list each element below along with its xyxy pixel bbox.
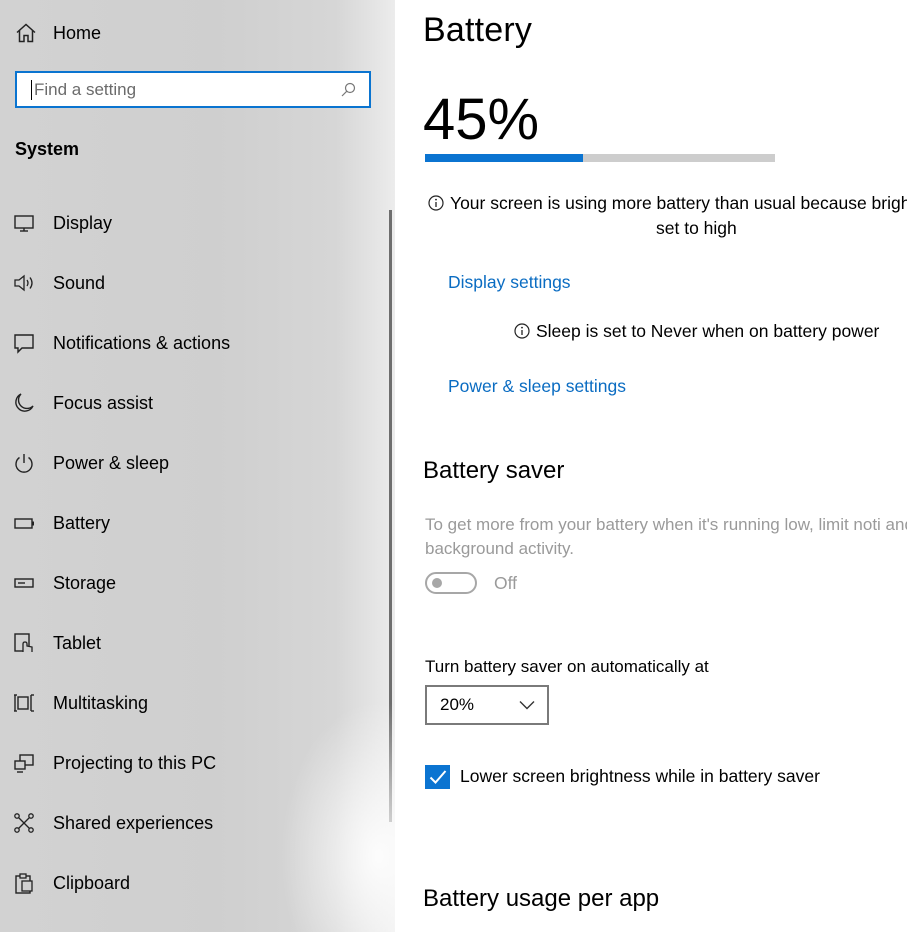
- search-icon[interactable]: [339, 81, 357, 99]
- display-icon: [12, 211, 36, 235]
- storage-icon: [12, 571, 36, 595]
- dropdown-value: 20%: [440, 695, 475, 714]
- sidebar-item-projecting[interactable]: Projecting to this PC: [12, 748, 216, 778]
- sidebar-item-label: Notifications & actions: [53, 332, 231, 353]
- multitasking-icon: [12, 691, 36, 715]
- search-box[interactable]: [15, 71, 371, 108]
- sidebar-item-notifications[interactable]: Notifications & actions: [12, 328, 230, 358]
- battery-level-fill: [425, 154, 583, 162]
- search-input[interactable]: [32, 74, 339, 105]
- checkmark-icon: [429, 770, 446, 784]
- power-icon: [12, 451, 36, 475]
- lower-brightness-label: Lower screen brightness while in battery…: [460, 766, 820, 786]
- sidebar-item-tablet[interactable]: Tablet: [12, 628, 101, 658]
- auto-saver-threshold-dropdown[interactable]: 20%: [425, 685, 549, 725]
- home-icon: [16, 23, 36, 43]
- sleep-notice-text: Sleep is set to Never when on battery po…: [536, 321, 880, 341]
- battery-saver-toggle[interactable]: [425, 572, 477, 594]
- main-content: Battery 45% Your screen is using more ba…: [395, 0, 907, 932]
- sidebar-item-label: Multitasking: [53, 692, 149, 713]
- sidebar-item-display[interactable]: Display: [12, 208, 112, 238]
- sidebar-item-storage[interactable]: Storage: [12, 568, 116, 598]
- sidebar-item-shared-experiences[interactable]: Shared experiences: [12, 808, 213, 838]
- projecting-icon: [12, 751, 36, 775]
- display-settings-link[interactable]: Display settings: [448, 272, 571, 293]
- sidebar-item-label: Battery: [53, 512, 111, 533]
- clipboard-icon: [12, 871, 36, 895]
- sidebar-item-clipboard[interactable]: Clipboard: [12, 868, 130, 898]
- battery-icon: [12, 511, 36, 535]
- toggle-state-label: Off: [494, 573, 518, 593]
- auto-saver-label: Turn battery saver on automatically at: [425, 657, 709, 676]
- sidebar-item-label: Shared experiences: [53, 812, 214, 833]
- toggle-knob: [432, 578, 442, 588]
- sidebar-item-label: Clipboard: [53, 872, 131, 893]
- sidebar-item-label: Display: [53, 212, 113, 233]
- moon-icon: [12, 391, 36, 415]
- sidebar-item-power-sleep[interactable]: Power & sleep: [12, 448, 169, 478]
- tablet-icon: [12, 631, 36, 655]
- sidebar-item-label: Tablet: [53, 632, 102, 653]
- home-label: Home: [53, 22, 102, 43]
- power-sleep-settings-link[interactable]: Power & sleep settings: [448, 376, 626, 397]
- battery-saver-heading: Battery saver: [423, 457, 565, 484]
- sidebar-item-focus-assist[interactable]: Focus assist: [12, 388, 153, 418]
- battery-level-bar: [425, 154, 775, 162]
- brightness-notice: Your screen is using more battery than u…: [428, 193, 907, 214]
- info-icon: [514, 323, 530, 339]
- sidebar-item-label: Power & sleep: [53, 452, 170, 473]
- brightness-notice-text: Your screen is using more battery than u…: [450, 193, 907, 213]
- sidebar-item-label: Storage: [53, 572, 117, 593]
- sidebar: Home System Display Sound Notifications …: [0, 0, 395, 932]
- sound-icon: [12, 271, 36, 295]
- battery-percentage: 45%: [423, 87, 540, 152]
- sleep-notice: Sleep is set to Never when on battery po…: [514, 321, 879, 342]
- sidebar-item-label: Focus assist: [53, 392, 154, 413]
- sidebar-item-label: Sound: [53, 272, 106, 293]
- battery-saver-description: To get more from your battery when it's …: [425, 515, 907, 558]
- sidebar-scrollbar[interactable]: [389, 210, 392, 822]
- info-icon: [428, 195, 444, 211]
- page-title: Battery: [423, 11, 533, 49]
- chevron-down-icon: [519, 701, 535, 710]
- battery-usage-heading: Battery usage per app: [423, 885, 660, 912]
- section-title: System: [15, 139, 80, 159]
- shared-experiences-icon: [12, 811, 36, 835]
- sidebar-item-label: Projecting to this PC: [53, 752, 217, 773]
- sidebar-item-multitasking[interactable]: Multitasking: [12, 688, 148, 718]
- notifications-icon: [12, 331, 36, 355]
- brightness-notice-line2: set to high: [656, 218, 737, 238]
- lower-brightness-checkbox[interactable]: [425, 765, 450, 789]
- sidebar-item-sound[interactable]: Sound: [12, 268, 105, 298]
- home-link[interactable]: Home: [14, 20, 101, 46]
- sidebar-item-battery[interactable]: Battery: [12, 508, 110, 538]
